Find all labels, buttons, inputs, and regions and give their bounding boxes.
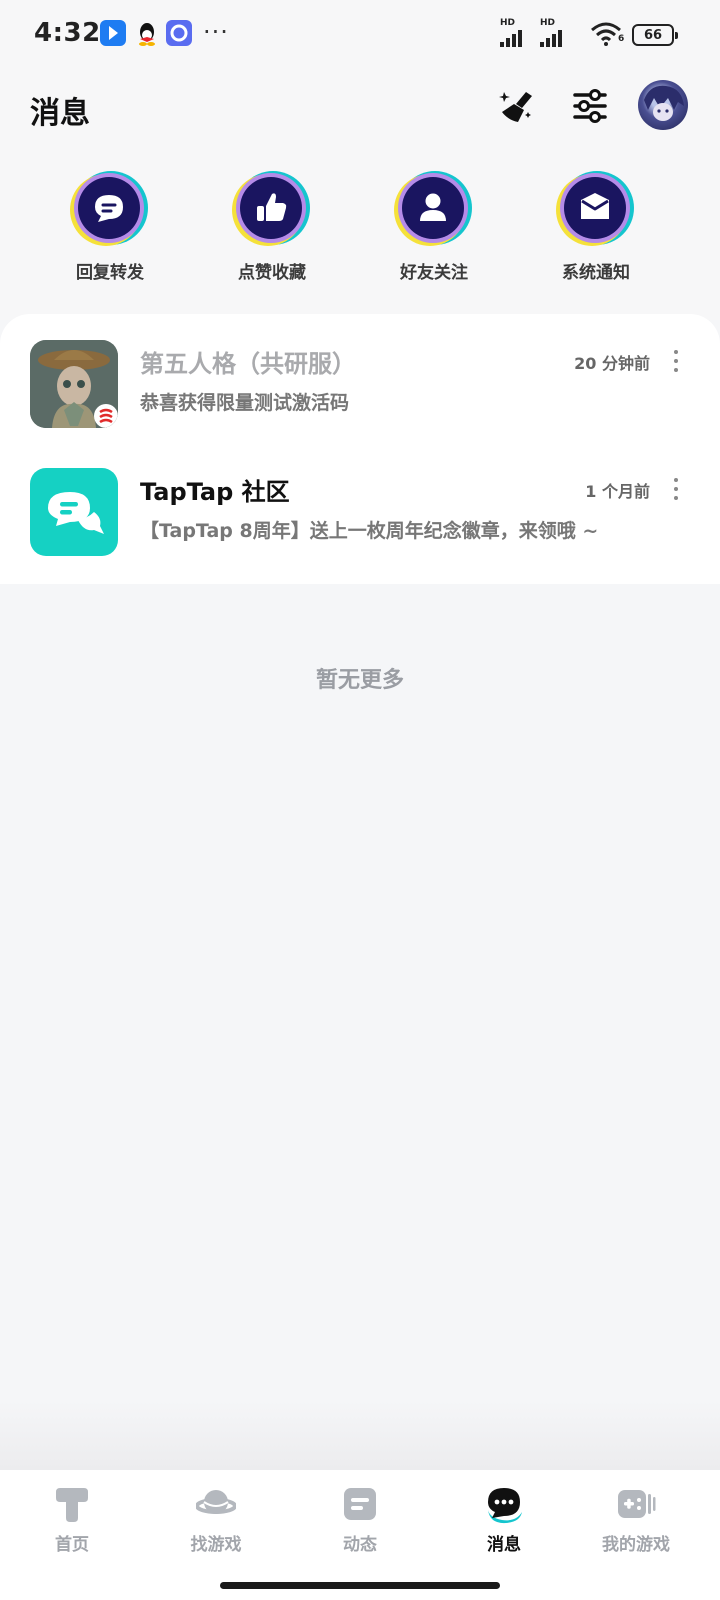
user-avatar[interactable]: [638, 80, 688, 130]
nav-messages[interactable]: 消息: [444, 1484, 564, 1564]
home-indicator[interactable]: [220, 1582, 500, 1589]
message-title: TapTap 社区: [140, 478, 290, 506]
message-time: 1 个月前: [585, 482, 650, 501]
gamepad-icon: [618, 1490, 656, 1518]
nav-feed[interactable]: 动态: [300, 1484, 420, 1564]
message-list: 第五人格（共研服） 20 分钟前 恭喜获得限量测试激活码 TapTap 社区 1…: [0, 314, 720, 584]
category-follows[interactable]: 好友关注: [374, 170, 494, 283]
no-more-text: 暂无更多: [315, 668, 404, 693]
clear-all-button[interactable]: [496, 84, 540, 128]
broom-icon: [499, 92, 532, 122]
wifi-icon: 6: [590, 22, 625, 50]
category-label: 系统通知: [562, 263, 630, 283]
status-bar: 4:32 ··· HD HD 6 66: [0, 0, 720, 70]
hd-label-2: HD: [540, 18, 556, 28]
feed-icon: [344, 1488, 376, 1520]
nav-label: 消息: [487, 1535, 521, 1555]
list-item[interactable]: TapTap 社区 1 个月前 【TapTap 8周年】送上一枚周年纪念徽章，来…: [0, 450, 720, 570]
battery-level: 66: [643, 27, 663, 43]
nav-discover-games[interactable]: 找游戏: [156, 1484, 276, 1564]
message-preview: 恭喜获得限量测试激活码: [140, 392, 350, 414]
bottom-fade: [0, 1400, 720, 1470]
planet-icon: [196, 1490, 236, 1514]
list-item[interactable]: 第五人格（共研服） 20 分钟前 恭喜获得限量测试激活码: [0, 322, 720, 442]
more-options-icon[interactable]: [672, 350, 680, 372]
page-title: 消息: [30, 96, 90, 131]
message-title: 第五人格（共研服）: [140, 350, 356, 378]
filter-settings-button[interactable]: [568, 84, 612, 128]
category-replies[interactable]: 回复转发: [50, 170, 170, 283]
more-options-icon[interactable]: [672, 478, 680, 500]
nav-label: 找游戏: [190, 1535, 242, 1555]
nav-label: 我的游戏: [602, 1535, 670, 1555]
category-label: 回复转发: [76, 263, 144, 283]
cellular-signal-2-icon: HD: [540, 18, 574, 48]
message-preview: 【TapTap 8周年】送上一枚周年纪念徽章，来领哦 ~: [140, 520, 599, 542]
browser-app-icon: [166, 20, 192, 46]
message-time: 20 分钟前: [574, 354, 650, 373]
nav-label: 动态: [343, 1535, 377, 1555]
message-categories: 回复转发 点赞收藏 好友关注 系统通知: [0, 150, 720, 320]
qq-icon: [134, 20, 160, 46]
category-likes[interactable]: 点赞收藏: [212, 170, 332, 283]
status-time: 4:32: [34, 18, 101, 48]
notification-app-icon-blue: [100, 20, 126, 46]
battery-icon: 66: [632, 24, 678, 46]
cellular-signal-1-icon: HD: [500, 18, 534, 48]
hd-label-1: HD: [500, 18, 516, 28]
category-label: 好友关注: [400, 263, 468, 283]
category-system-notice[interactable]: 系统通知: [536, 170, 656, 283]
nav-label: 首页: [55, 1535, 89, 1555]
home-t-icon: [56, 1488, 88, 1522]
wifi-badge: 6: [618, 34, 625, 44]
identity-v-game-icon: [30, 340, 118, 428]
sliders-icon: [573, 89, 607, 123]
app-header: 消息: [0, 70, 720, 150]
bottom-navigation: 首页 找游戏 动态 消息 我的游戏: [0, 1470, 720, 1600]
chat-bubble-icon: [488, 1488, 522, 1524]
category-label: 点赞收藏: [238, 263, 306, 283]
nav-my-games[interactable]: 我的游戏: [576, 1484, 696, 1564]
taptap-community-icon: [30, 468, 118, 556]
nav-home[interactable]: 首页: [12, 1484, 132, 1564]
more-notifications-icon: ···: [203, 18, 229, 46]
